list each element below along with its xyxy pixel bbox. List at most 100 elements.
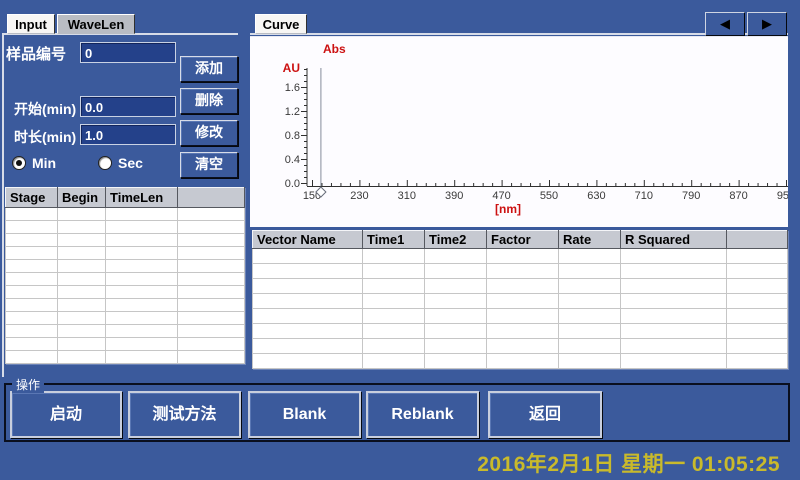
table-cell	[727, 309, 788, 324]
table-row[interactable]	[253, 324, 788, 339]
table-row[interactable]	[6, 260, 245, 273]
table-cell	[363, 309, 425, 324]
table-cell	[58, 260, 106, 273]
table-row[interactable]	[6, 208, 245, 221]
table-cell	[425, 354, 487, 369]
vector-table[interactable]: Vector NameTime1Time2FactorRateR Squared	[252, 230, 788, 369]
table-cell	[6, 221, 58, 234]
sample-id-input[interactable]	[80, 42, 176, 63]
table-row[interactable]	[6, 286, 245, 299]
table-row[interactable]	[253, 339, 788, 354]
table-cell	[559, 279, 621, 294]
svg-text:950: 950	[777, 190, 788, 202]
table-cell	[253, 354, 363, 369]
delete-button[interactable]: 删除	[180, 88, 238, 114]
table-cell	[621, 354, 727, 369]
table-row[interactable]	[6, 234, 245, 247]
table-row[interactable]	[253, 354, 788, 369]
radio-min[interactable]: Min	[12, 155, 56, 171]
table-cell	[727, 279, 788, 294]
table-cell	[425, 294, 487, 309]
table-cell	[727, 249, 788, 264]
column-header: Vector Name	[253, 231, 363, 249]
begin-label: 开始(min)	[14, 99, 76, 119]
table-cell	[253, 279, 363, 294]
table-row[interactable]	[6, 338, 245, 351]
table-cell	[487, 339, 559, 354]
tab-curve[interactable]: Curve	[255, 14, 307, 34]
duration-input[interactable]	[80, 124, 176, 145]
table-cell	[58, 338, 106, 351]
table-cell	[559, 339, 621, 354]
reblank-button[interactable]: Reblank	[366, 391, 479, 438]
table-cell	[727, 354, 788, 369]
clear-button[interactable]: 清空	[180, 152, 238, 178]
table-row[interactable]	[6, 351, 245, 364]
table-cell	[487, 294, 559, 309]
table-cell	[621, 279, 727, 294]
test-method-button[interactable]: 测试方法	[128, 391, 241, 438]
table-cell	[621, 324, 727, 339]
next-arrow-button[interactable]: ▶	[747, 12, 787, 36]
radio-sec[interactable]: Sec	[98, 155, 143, 171]
table-cell	[363, 339, 425, 354]
table-cell	[58, 247, 106, 260]
table-cell	[178, 221, 245, 234]
table-cell	[6, 273, 58, 286]
table-cell	[363, 249, 425, 264]
table-cell	[621, 309, 727, 324]
column-header: Time1	[363, 231, 425, 249]
table-cell	[106, 221, 178, 234]
svg-text:310: 310	[398, 190, 416, 202]
table-cell	[178, 260, 245, 273]
table-cell	[253, 309, 363, 324]
table-row[interactable]	[253, 264, 788, 279]
back-button[interactable]: 返回	[488, 391, 602, 438]
tab-wavelen[interactable]: WaveLen	[57, 14, 135, 34]
table-cell	[425, 309, 487, 324]
svg-text:390: 390	[445, 190, 463, 202]
modify-button[interactable]: 修改	[180, 120, 238, 146]
right-arrow-icon: ▶	[762, 16, 772, 31]
tab-input[interactable]: Input	[7, 14, 55, 34]
table-cell	[178, 325, 245, 338]
radio-sec-circle[interactable]	[98, 156, 112, 170]
radio-min-circle[interactable]	[12, 156, 26, 170]
start-button[interactable]: 启动	[10, 391, 122, 438]
stage-table[interactable]: StageBeginTimeLen	[5, 187, 245, 364]
column-header: Stage	[6, 188, 58, 208]
table-cell	[559, 249, 621, 264]
svg-text:470: 470	[492, 190, 510, 202]
table-cell	[487, 309, 559, 324]
table-row[interactable]	[6, 247, 245, 260]
table-cell	[727, 264, 788, 279]
table-cell	[106, 286, 178, 299]
table-row[interactable]	[253, 294, 788, 309]
table-cell	[621, 339, 727, 354]
column-header	[727, 231, 788, 249]
column-header	[178, 188, 245, 208]
table-cell	[487, 249, 559, 264]
table-row[interactable]	[6, 312, 245, 325]
svg-text:AU: AU	[283, 61, 300, 75]
svg-text:1.2: 1.2	[285, 106, 300, 118]
add-button[interactable]: 添加	[180, 56, 238, 82]
table-row[interactable]	[6, 221, 245, 234]
table-cell	[727, 294, 788, 309]
table-row[interactable]	[253, 279, 788, 294]
table-cell	[106, 273, 178, 286]
table-row[interactable]	[6, 273, 245, 286]
column-header: R Squared	[621, 231, 727, 249]
table-row[interactable]	[6, 299, 245, 312]
column-header: Time2	[425, 231, 487, 249]
blank-button[interactable]: Blank	[248, 391, 361, 438]
table-cell	[425, 324, 487, 339]
begin-input[interactable]	[80, 96, 176, 117]
table-cell	[363, 294, 425, 309]
table-row[interactable]	[253, 249, 788, 264]
table-row[interactable]	[6, 325, 245, 338]
table-cell	[6, 234, 58, 247]
table-cell	[621, 264, 727, 279]
table-row[interactable]	[253, 309, 788, 324]
prev-arrow-button[interactable]: ◀	[705, 12, 745, 36]
